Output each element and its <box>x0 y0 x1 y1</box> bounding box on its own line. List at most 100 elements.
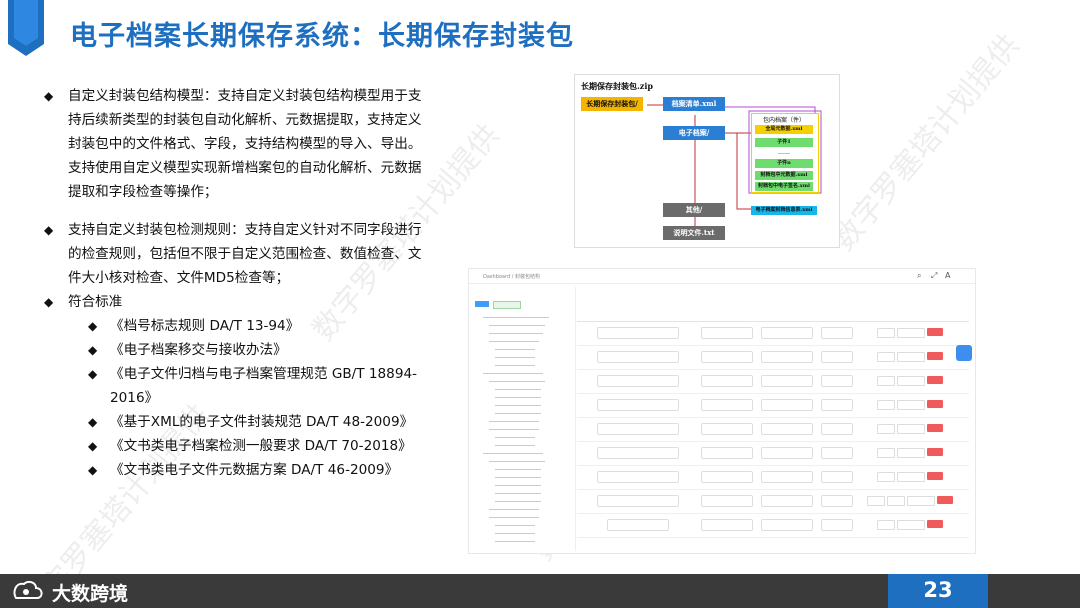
tree-item[interactable] <box>495 405 541 406</box>
add-child-button[interactable] <box>877 472 895 482</box>
add-sibling-button[interactable] <box>897 472 925 482</box>
xml-path-input[interactable] <box>821 495 853 507</box>
add-sibling-button[interactable] <box>897 400 925 410</box>
tree-item[interactable] <box>489 341 539 342</box>
field-name-input[interactable] <box>597 447 679 459</box>
delete-button[interactable] <box>927 424 943 432</box>
field-kind-select[interactable] <box>761 423 813 435</box>
delete-button[interactable] <box>927 472 943 480</box>
tree-item[interactable] <box>495 445 535 446</box>
tree-item[interactable] <box>495 437 535 438</box>
delete-button[interactable] <box>927 400 943 408</box>
field-kind-select[interactable] <box>761 399 813 411</box>
tree-item[interactable] <box>483 373 543 374</box>
add-sibling-button[interactable] <box>897 352 925 362</box>
xml-path-input[interactable] <box>821 471 853 483</box>
xml-path-input[interactable] <box>821 327 853 339</box>
field-name-input[interactable] <box>597 423 679 435</box>
field-name-input[interactable] <box>607 519 669 531</box>
add-sibling-button[interactable] <box>897 424 925 434</box>
tree-item[interactable] <box>495 485 541 486</box>
field-type-select[interactable] <box>701 375 753 387</box>
xml-path-input[interactable] <box>821 447 853 459</box>
tree-item[interactable] <box>489 517 539 518</box>
field-kind-select[interactable] <box>761 495 813 507</box>
tree-item[interactable] <box>483 453 543 454</box>
field-kind-select[interactable] <box>761 351 813 363</box>
tree-item[interactable] <box>495 533 535 534</box>
field-type-select[interactable] <box>701 495 753 507</box>
tree-item[interactable] <box>483 317 549 318</box>
tree-item[interactable] <box>495 477 541 478</box>
add-child-button[interactable] <box>877 400 895 410</box>
field-type-select[interactable] <box>701 471 753 483</box>
delete-button[interactable] <box>927 376 943 384</box>
add-button[interactable] <box>475 301 489 307</box>
tree-item[interactable] <box>495 501 541 502</box>
delete-button[interactable] <box>927 352 943 360</box>
tree-item[interactable] <box>489 381 545 382</box>
font-size-icon[interactable]: A <box>945 271 950 280</box>
tree-item[interactable] <box>495 493 541 494</box>
add-child-button[interactable] <box>877 328 895 338</box>
field-name-input[interactable] <box>597 495 679 507</box>
delete-button[interactable] <box>927 328 943 336</box>
field-type-select[interactable] <box>701 327 753 339</box>
tree-item[interactable] <box>495 541 535 542</box>
field-name-input[interactable] <box>597 399 679 411</box>
field-kind-select[interactable] <box>761 375 813 387</box>
xml-path-input[interactable] <box>821 399 853 411</box>
tree-item[interactable] <box>489 421 539 422</box>
field-kind-select[interactable] <box>761 471 813 483</box>
field-type-select[interactable] <box>701 351 753 363</box>
add-child-button[interactable] <box>877 520 895 530</box>
tree-item[interactable] <box>489 429 539 430</box>
field-name-input[interactable] <box>597 471 679 483</box>
add-child-button[interactable] <box>877 352 895 362</box>
add-child-button[interactable] <box>877 424 895 434</box>
fullscreen-icon[interactable]: ⤢ <box>931 271 937 281</box>
field-kind-select[interactable] <box>761 327 813 339</box>
add-sibling-button[interactable] <box>897 448 925 458</box>
import-button[interactable] <box>493 301 521 309</box>
xml-path-input[interactable] <box>821 375 853 387</box>
tree-item[interactable] <box>489 333 543 334</box>
field-type-select[interactable] <box>701 423 753 435</box>
tree-item[interactable] <box>495 413 541 414</box>
add-sibling-button[interactable] <box>897 520 925 530</box>
delete-button[interactable] <box>927 520 943 528</box>
tree-item[interactable] <box>489 509 539 510</box>
settings-float-button[interactable] <box>956 345 972 361</box>
field-kind-select[interactable] <box>761 447 813 459</box>
search-icon[interactable]: ⌕ <box>917 271 921 281</box>
add-sibling-button[interactable] <box>897 376 925 386</box>
tree-item[interactable] <box>489 461 545 462</box>
tree-item[interactable] <box>495 389 541 390</box>
add-child-button[interactable] <box>877 448 895 458</box>
delete-button[interactable] <box>937 496 953 504</box>
tree-item[interactable] <box>495 365 535 366</box>
tree-item[interactable] <box>495 349 535 350</box>
add-sibling-button[interactable] <box>887 496 905 506</box>
field-type-select[interactable] <box>701 447 753 459</box>
field-name-input[interactable] <box>597 327 679 339</box>
field-name-input[interactable] <box>597 375 679 387</box>
add-child-button[interactable] <box>877 376 895 386</box>
tree-item[interactable] <box>495 397 541 398</box>
field-type-select[interactable] <box>701 399 753 411</box>
tree-item[interactable] <box>495 525 535 526</box>
add-sibling-button[interactable] <box>897 328 925 338</box>
add-attr-button[interactable] <box>907 496 935 506</box>
xml-path-input[interactable] <box>821 519 853 531</box>
delete-button[interactable] <box>927 448 943 456</box>
xml-path-input[interactable] <box>821 423 853 435</box>
add-child-button[interactable] <box>867 496 885 506</box>
tree-item[interactable] <box>495 469 541 470</box>
xml-path-input[interactable] <box>821 351 853 363</box>
tree-item[interactable] <box>489 325 545 326</box>
field-kind-select[interactable] <box>761 519 813 531</box>
diagram-manifest-node: 档案清单.xml <box>663 97 725 111</box>
field-type-select[interactable] <box>701 519 753 531</box>
tree-item[interactable] <box>495 357 535 358</box>
field-name-input[interactable] <box>597 351 679 363</box>
